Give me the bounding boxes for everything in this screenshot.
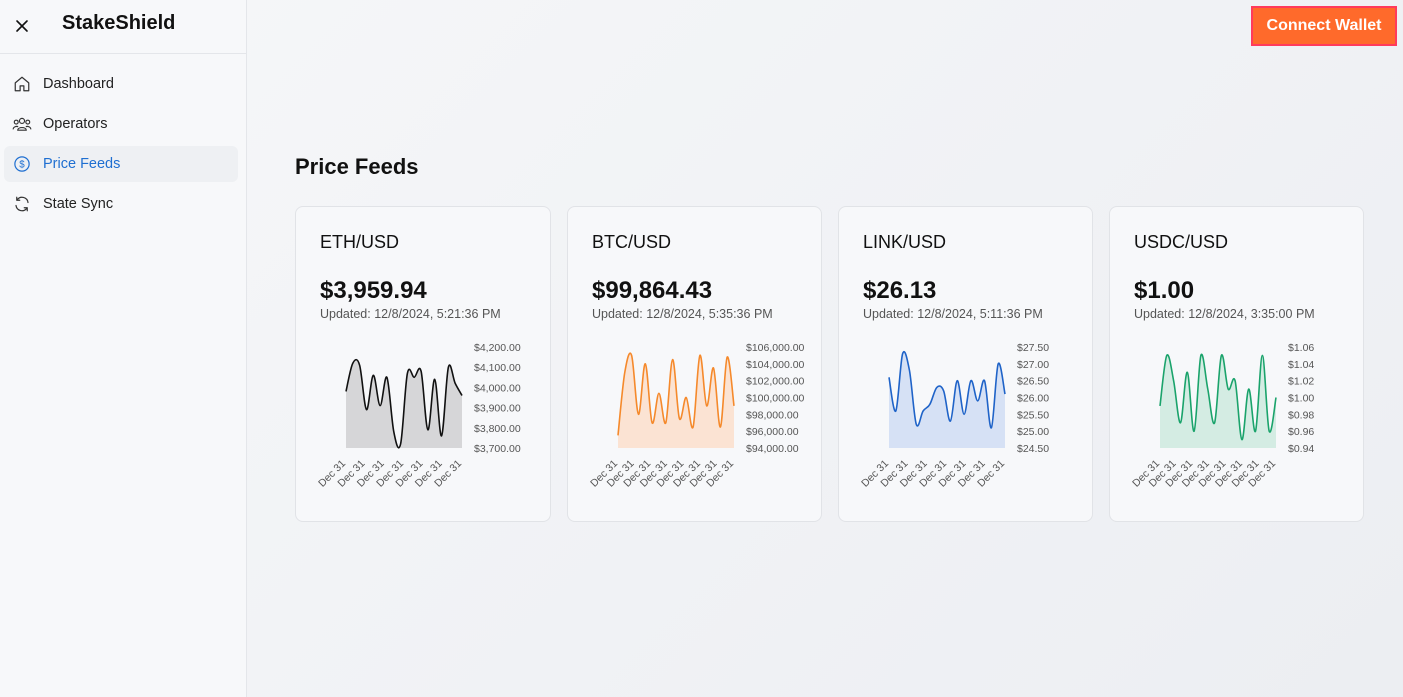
y-tick-label: $3,800.00 <box>474 423 521 435</box>
y-tick-label: $1.06 <box>1288 342 1314 354</box>
home-icon <box>12 74 32 94</box>
y-tick-label: $0.98 <box>1288 409 1314 421</box>
price-chart: $106,000.00 $104,000.00 $102,000.00 $100,00… <box>588 342 805 490</box>
sidebar-item-operators[interactable]: Operators <box>4 106 238 142</box>
y-tick-label: $27.00 <box>1017 359 1049 371</box>
dollar-circle-icon: $ <box>12 154 32 174</box>
users-icon <box>12 114 32 134</box>
connect-wallet-button[interactable]: Connect Wallet <box>1251 6 1397 46</box>
feed-updated: Updated: 12/8/2024, 5:35:36 PM <box>592 307 773 321</box>
sidebar-item-label: State Sync <box>43 196 114 212</box>
feed-price: $1.00 <box>1134 277 1195 304</box>
price-chart: $4,200.00 $4,100.00 $4,000.00 $3,900.00 $3,8… <box>316 342 521 490</box>
y-tick-label: $1.02 <box>1288 376 1314 388</box>
refresh-icon <box>12 194 32 214</box>
price-feed-cards: ETH/USD $3,959.94 Updated: 12/8/2024, 5:… <box>295 206 1364 522</box>
y-tick-label: $98,000.00 <box>746 409 799 421</box>
feed-pair: USDC/USD <box>1134 232 1229 252</box>
sidebar-header: StakeShield <box>0 0 246 54</box>
feed-updated: Updated: 12/8/2024, 3:35:00 PM <box>1134 307 1315 321</box>
page-title: Price Feeds <box>295 154 419 179</box>
feed-pair: BTC/USD <box>592 232 672 252</box>
price-feed-card: BTC/USD $99,864.43 Updated: 12/8/2024, 5… <box>567 206 822 522</box>
y-tick-label: $24.50 <box>1017 443 1049 455</box>
sidebar-nav: Dashboard Operators $ Price Feeds State … <box>0 54 246 222</box>
sidebar-item-label: Price Feeds <box>43 156 121 172</box>
y-tick-label: $96,000.00 <box>746 426 799 438</box>
y-tick-label: $104,000.00 <box>746 359 805 371</box>
feed-price: $99,864.43 <box>592 277 713 304</box>
y-tick-label: $27.50 <box>1017 342 1049 354</box>
close-icon[interactable] <box>12 16 32 36</box>
y-tick-label: $94,000.00 <box>746 443 799 455</box>
y-tick-label: $100,000.00 <box>746 393 805 405</box>
feed-updated: Updated: 12/8/2024, 5:11:36 PM <box>863 307 1043 321</box>
y-tick-label: $3,700.00 <box>474 443 521 455</box>
sidebar-item-state-sync[interactable]: State Sync <box>4 186 238 222</box>
y-tick-label: $26.00 <box>1017 393 1049 405</box>
y-tick-label: $3,900.00 <box>474 403 521 415</box>
price-feed-card: USDC/USD $1.00 Updated: 12/8/2024, 3:35:… <box>1109 206 1364 522</box>
y-tick-label: $106,000.00 <box>746 342 805 354</box>
price-feed-card: LINK/USD $26.13 Updated: 12/8/2024, 5:11… <box>838 206 1093 522</box>
feed-updated: Updated: 12/8/2024, 5:21:36 PM <box>320 307 501 321</box>
feed-price: $3,959.94 <box>320 277 427 304</box>
y-tick-label: $4,000.00 <box>474 382 521 394</box>
y-tick-label: $1.00 <box>1288 393 1314 405</box>
price-chart: $1.06$1.04$1.02$1.00$0.98$0.96$0.94Dec 3… <box>1130 342 1314 490</box>
y-tick-label: $25.50 <box>1017 409 1049 421</box>
y-tick-label: $0.94 <box>1288 443 1314 455</box>
sidebar-item-dashboard[interactable]: Dashboard <box>4 66 238 102</box>
svg-text:$: $ <box>19 159 25 170</box>
sidebar-item-label: Dashboard <box>43 76 114 92</box>
feed-pair: LINK/USD <box>863 232 947 252</box>
price-chart: $27.50 $27.00 $26.50 $26.00 $25.50 $25.00 $24.… <box>859 342 1049 490</box>
sidebar-item-price-feeds[interactable]: $ Price Feeds <box>4 146 238 182</box>
y-tick-label: $1.04 <box>1288 359 1314 371</box>
y-tick-label: $0.96 <box>1288 426 1314 438</box>
y-tick-label: $4,100.00 <box>474 362 521 374</box>
y-tick-label: $4,200.00 <box>474 342 521 354</box>
sidebar-item-label: Operators <box>43 116 108 132</box>
sidebar: StakeShield Dashboard Operators $ Price … <box>0 0 247 697</box>
price-feed-card: ETH/USD $3,959.94 Updated: 12/8/2024, 5:… <box>295 206 551 522</box>
y-tick-label: $26.50 <box>1017 376 1049 388</box>
feed-pair: ETH/USD <box>320 232 400 252</box>
feed-price: $26.13 <box>863 277 937 304</box>
y-tick-label: $25.00 <box>1017 426 1049 438</box>
y-tick-label: $102,000.00 <box>746 376 805 388</box>
brand-title: StakeShield <box>62 12 176 34</box>
